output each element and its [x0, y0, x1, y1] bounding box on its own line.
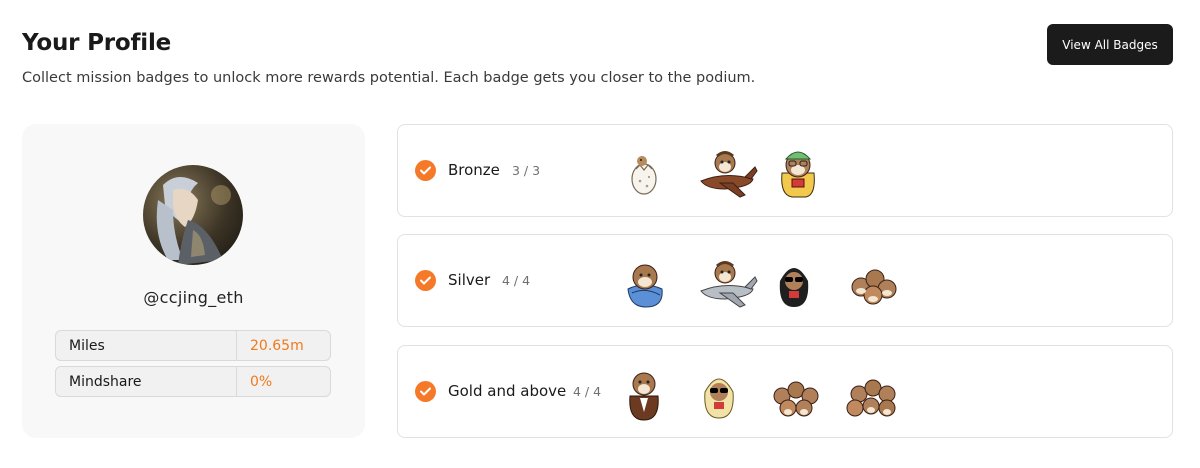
blanket-bird-badge-icon[interactable] — [620, 251, 684, 311]
avatar[interactable] — [143, 165, 243, 265]
tier-name: Silver — [448, 271, 491, 289]
tier-name: Bronze — [448, 161, 500, 179]
stat-row-mindshare: Mindshare 0% — [55, 366, 331, 397]
check-icon — [415, 160, 436, 181]
check-icon — [415, 270, 436, 291]
page-subtitle: Collect mission badges to unlock more re… — [22, 70, 756, 86]
hooded-sunglasses-bird-badge-icon[interactable] — [770, 251, 834, 311]
stat-label: Mindshare — [56, 367, 237, 396]
green-hat-bird-badge-icon[interactable] — [770, 141, 834, 201]
check-icon — [415, 381, 436, 402]
tier-card-bronze[interactable]: Bronze 3 / 3 — [397, 124, 1173, 217]
pilot-plane-badge-icon[interactable] — [695, 141, 759, 201]
tier-card-gold[interactable]: Gold and above 4 / 4 — [397, 345, 1173, 438]
tier-count: 4 / 4 — [573, 384, 602, 399]
page-title: Your Profile — [22, 30, 172, 56]
stat-value: 0% — [250, 373, 273, 390]
badge-list — [620, 362, 920, 422]
stat-value: 20.65m — [250, 337, 304, 354]
view-all-badges-button[interactable]: View All Badges — [1047, 24, 1173, 65]
silver-plane-badge-icon[interactable] — [695, 251, 759, 311]
egg-badge-icon[interactable] — [620, 141, 684, 201]
stat-row-miles: Miles 20.65m — [55, 330, 331, 361]
profile-card: @ccjing_eth Miles 20.65m Mindshare 0% — [22, 124, 365, 438]
profile-handle: @ccjing_eth — [143, 288, 244, 307]
bird-group-badge-icon[interactable] — [845, 251, 909, 311]
tier-count: 4 / 4 — [502, 273, 531, 288]
tier-card-silver[interactable]: Silver 4 / 4 — [397, 234, 1173, 327]
tier-name: Gold and above — [448, 382, 567, 400]
badge-list — [620, 251, 920, 311]
yellow-hood-bird-badge-icon[interactable] — [695, 362, 759, 422]
bird-crowd-badge-icon[interactable] — [770, 362, 834, 422]
tier-count: 3 / 3 — [512, 163, 541, 178]
badge-list — [620, 141, 845, 201]
suited-bird-badge-icon[interactable] — [620, 362, 684, 422]
stat-label: Miles — [56, 331, 237, 360]
bird-pile-badge-icon[interactable] — [845, 362, 909, 422]
